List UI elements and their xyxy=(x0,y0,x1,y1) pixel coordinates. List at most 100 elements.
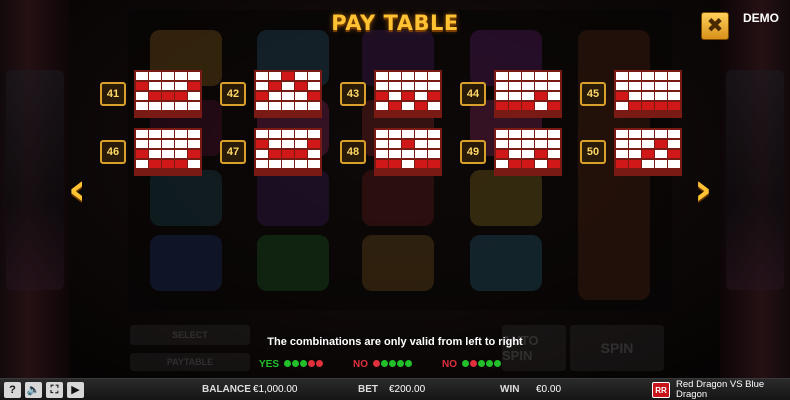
payline-cell-active xyxy=(548,102,560,110)
payline-cell xyxy=(509,130,521,138)
payline-cell xyxy=(668,130,680,138)
payline-cell xyxy=(162,82,174,90)
payline-pattern-grid xyxy=(254,70,322,118)
play-button[interactable]: ▶ xyxy=(67,382,84,398)
payline-cell xyxy=(655,150,667,158)
payline-number-badge: 45 xyxy=(580,82,606,106)
payline-cell xyxy=(308,102,320,110)
payline-cell-active xyxy=(642,150,654,158)
payline-cell-active xyxy=(509,102,521,110)
payline-cell xyxy=(415,140,427,148)
payline-cell xyxy=(535,160,547,168)
payline-cell xyxy=(616,102,628,110)
payline-cell xyxy=(655,82,667,90)
payline-cell xyxy=(308,160,320,168)
payline-cell xyxy=(389,150,401,158)
payline-cell xyxy=(668,160,680,168)
payline-cell xyxy=(522,140,534,148)
payline-cell-active xyxy=(136,150,148,158)
payline-cell-active xyxy=(295,150,307,158)
payline-cell xyxy=(616,82,628,90)
payline-cell xyxy=(389,140,401,148)
payline-cell xyxy=(629,82,641,90)
legend-dot xyxy=(478,360,485,367)
payline-cell xyxy=(629,150,641,158)
payline-cell xyxy=(389,92,401,100)
payline-cell xyxy=(389,130,401,138)
payline-cell xyxy=(175,150,187,158)
payline-cell xyxy=(256,72,268,80)
payline-cell xyxy=(149,102,161,110)
payline-cell xyxy=(376,102,388,110)
payline-cell xyxy=(655,160,667,168)
payline-cell xyxy=(428,140,440,148)
sound-button[interactable]: 🔈 xyxy=(25,382,42,398)
next-page-button[interactable]: › xyxy=(694,168,722,214)
payline-cell xyxy=(269,160,281,168)
payline-cell xyxy=(402,72,414,80)
payline-cell-active xyxy=(535,92,547,100)
payline-cell xyxy=(282,92,294,100)
payline-cell-active xyxy=(188,150,200,158)
payline-cell xyxy=(616,72,628,80)
payline-cell xyxy=(295,72,307,80)
payline-cell-active xyxy=(415,160,427,168)
chevron-left-icon: ‹ xyxy=(68,164,87,215)
payline-cell xyxy=(522,92,534,100)
payline-cell-active xyxy=(149,160,161,168)
payline-cell-active xyxy=(308,92,320,100)
payline-cell xyxy=(282,102,294,110)
payline-cell xyxy=(535,130,547,138)
payline-cell xyxy=(548,82,560,90)
payline-cell xyxy=(415,72,427,80)
fullscreen-button[interactable]: ⛶ xyxy=(46,382,63,398)
close-x-icon: ✖ xyxy=(706,15,724,37)
payline-cell xyxy=(269,140,281,148)
payline-cell xyxy=(162,150,174,158)
payline-cell xyxy=(136,92,148,100)
legend-dot xyxy=(470,360,477,367)
payline-cell xyxy=(376,72,388,80)
payline-cell-active xyxy=(642,102,654,110)
payline-cell-active xyxy=(376,92,388,100)
payline-cell xyxy=(415,82,427,90)
payline-cell xyxy=(496,72,508,80)
payline-cell xyxy=(629,92,641,100)
payline-cell-active xyxy=(496,102,508,110)
demo-label: DEMO xyxy=(743,11,779,25)
payline-cell-active xyxy=(522,160,534,168)
payline-cell-active xyxy=(282,72,294,80)
payline-cell-active xyxy=(509,160,521,168)
payline-number-badge: 44 xyxy=(460,82,486,106)
payline-cell xyxy=(428,102,440,110)
payline-cell xyxy=(256,150,268,158)
payline-cell xyxy=(629,140,641,148)
payline-number-badge: 48 xyxy=(340,140,366,164)
payline-cell xyxy=(415,130,427,138)
paytable-note: The combinations are only valid from lef… xyxy=(267,336,523,348)
payline-cell xyxy=(269,72,281,80)
legend-label: NO xyxy=(442,359,457,370)
legend-dot xyxy=(284,360,292,367)
bottom-bar: ? 🔈 ⛶ ▶ BALANCE €1,000.00 BET €200.00 WI… xyxy=(0,378,790,400)
payline-cell-active xyxy=(269,82,281,90)
payline-cell xyxy=(642,92,654,100)
payline-cell-active xyxy=(149,92,161,100)
payline-cell xyxy=(402,130,414,138)
payline-cell-active xyxy=(548,160,560,168)
payline-cell-active xyxy=(162,160,174,168)
payline-pattern-grid xyxy=(374,70,442,118)
payline-cell-active xyxy=(616,92,628,100)
prev-page-button[interactable]: ‹ xyxy=(68,168,96,214)
payline-cell xyxy=(295,140,307,148)
legend-example: NO xyxy=(442,359,502,370)
payline-cell-active xyxy=(616,160,628,168)
payline-cell xyxy=(509,140,521,148)
payline-cell xyxy=(269,102,281,110)
payline-cell xyxy=(642,140,654,148)
payline-cell xyxy=(496,130,508,138)
payline-cell-active xyxy=(269,150,281,158)
chevron-right-icon: › xyxy=(694,164,713,215)
close-button[interactable]: ✖ xyxy=(701,12,729,40)
help-button[interactable]: ? xyxy=(4,382,21,398)
